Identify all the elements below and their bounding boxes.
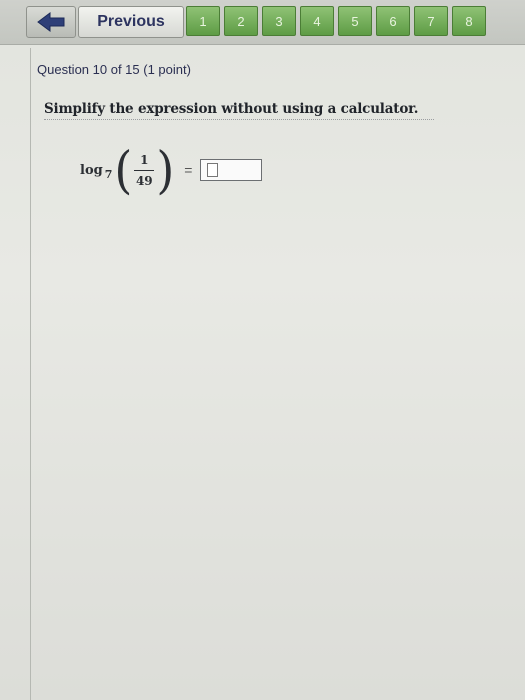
log-function: log 7	[80, 162, 113, 181]
log-base: 7	[104, 167, 113, 181]
page-tab-4[interactable]: 4	[300, 6, 334, 36]
page-tab-2[interactable]: 2	[224, 6, 258, 36]
question-header: Question 10 of 15 (1 point)	[37, 62, 191, 77]
navigation-bar: Previous 1 2 3 4 5 6 7 8	[0, 0, 525, 45]
page-tab-6[interactable]: 6	[376, 6, 410, 36]
question-prompt: Simplify the expression without using a …	[44, 101, 419, 117]
page-tab-3[interactable]: 3	[262, 6, 296, 36]
fraction: 1 49	[134, 152, 155, 188]
fraction-denominator: 49	[135, 173, 153, 188]
previous-button[interactable]: Previous	[78, 6, 184, 38]
back-arrow-icon	[37, 12, 65, 32]
cursor-box-icon	[207, 163, 219, 177]
prompt-underline	[44, 119, 434, 120]
answer-input[interactable]	[200, 159, 263, 181]
math-expression: log 7 ( 1 49 ) =	[80, 140, 263, 200]
page-tab-1[interactable]: 1	[186, 6, 220, 36]
right-parenthesis: )	[156, 140, 175, 200]
page-tab-7[interactable]: 7	[414, 6, 448, 36]
equals-sign: =	[184, 162, 193, 178]
page-tab-5[interactable]: 5	[338, 6, 372, 36]
log-text: log	[80, 162, 103, 178]
fraction-bar	[134, 169, 155, 171]
question-page-tabs: 1 2 3 4 5 6 7 8	[186, 6, 486, 36]
page-tab-8[interactable]: 8	[452, 6, 486, 36]
back-arrow-button[interactable]	[26, 6, 76, 38]
left-parenthesis: (	[114, 140, 133, 200]
fraction-numerator: 1	[140, 152, 149, 167]
